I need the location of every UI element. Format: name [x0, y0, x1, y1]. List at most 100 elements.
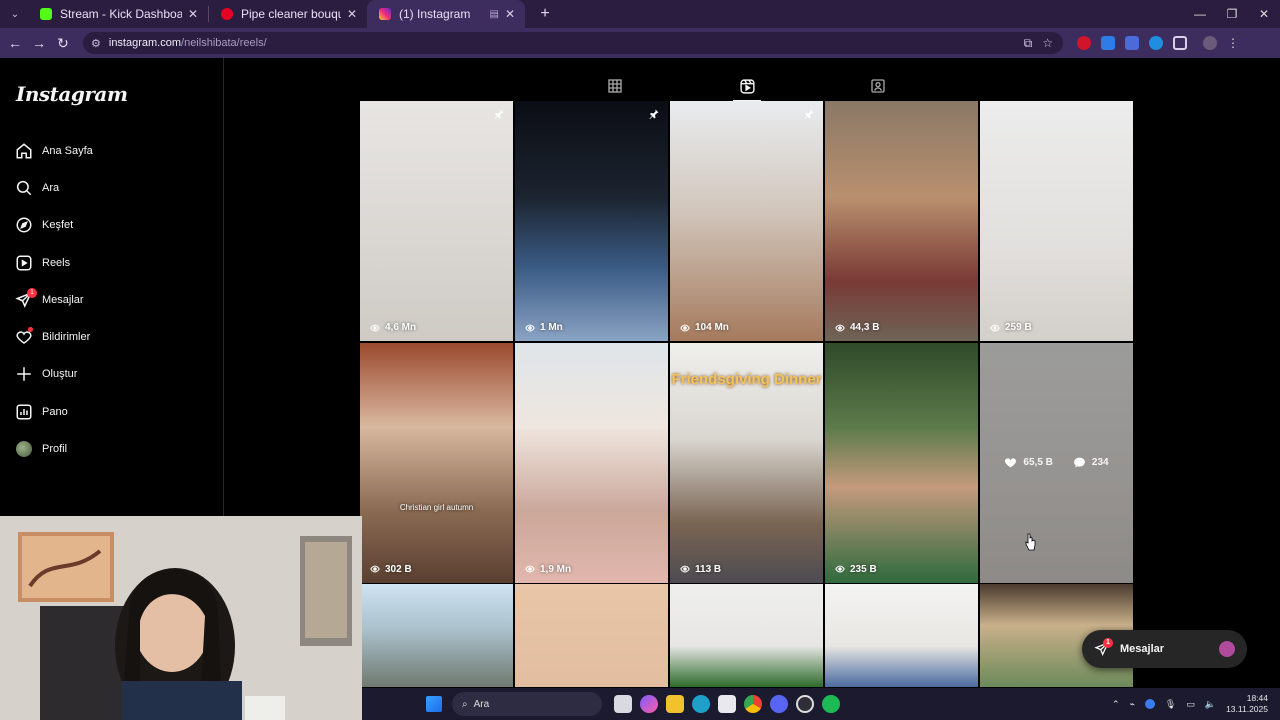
new-tab-button[interactable]: + [533, 5, 557, 23]
comments-count: 234 [1091, 457, 1109, 468]
edge-icon[interactable] [692, 695, 710, 713]
extension-blue-icon[interactable] [1101, 36, 1115, 50]
sidebar-item-home[interactable]: Ana Sayfa [14, 132, 93, 169]
close-window-icon[interactable]: ✕ [1248, 0, 1280, 28]
taskbar-apps [614, 695, 840, 713]
reel-thumbnail[interactable] [670, 584, 823, 687]
plus-icon [14, 364, 34, 384]
heart-filled-icon [1005, 458, 1017, 468]
restore-icon[interactable]: ❐ [1216, 0, 1248, 28]
extension-red-icon[interactable] [1077, 36, 1091, 50]
reel-thumbnail[interactable] [825, 584, 978, 687]
sidebar-item-label: Mesajlar [42, 293, 84, 306]
display-icon[interactable]: ▭ [1186, 699, 1195, 710]
address-bar[interactable]: ⚙ instagram.com/neilshibata/reels/ ⧉ ☆ [83, 32, 1063, 54]
reel-thumbnail[interactable]: 44,3 B [825, 101, 978, 341]
reels-icon [14, 253, 34, 273]
copilot-icon[interactable] [640, 695, 658, 713]
microphone-icon[interactable]: 🎙 [1165, 699, 1176, 710]
tray-chevron-icon[interactable]: ⌃ [1112, 699, 1120, 710]
extension-shield-icon[interactable] [1149, 36, 1163, 50]
messages-floating-button[interactable]: 1 Mesajlar [1082, 630, 1247, 668]
site-info-icon[interactable]: ⚙ [91, 37, 101, 50]
extension-grid-icon[interactable] [1125, 36, 1139, 50]
reel-thumbnail[interactable]: Friendsgiving Dinner 113 B [670, 342, 823, 583]
play-icon [525, 565, 535, 573]
reel-thumbnail[interactable]: 1,9 Mn [515, 342, 668, 583]
reel-thumbnail[interactable]: Christian girl autumn 302 B [360, 342, 513, 583]
minimize-icon[interactable]: — [1184, 0, 1216, 28]
browser-tab-strip: ⌄ Stream - Kick Dashboard ✕ Pipe cleaner… [0, 0, 1280, 28]
forward-icon[interactable]: → [27, 35, 51, 51]
reel-thumbnail[interactable]: 4,6 Mn [360, 101, 513, 341]
extensions-puzzle-icon[interactable] [1173, 36, 1187, 50]
close-tab-icon[interactable]: ✕ [188, 7, 198, 21]
reel-thumbnail[interactable]: 1 Mn [515, 101, 668, 341]
reel-thumbnail[interactable]: 65,5 B 234 [980, 342, 1133, 583]
extensions-area: ⋮ [1077, 36, 1239, 50]
play-icon [835, 324, 845, 331]
reel-thumbnail[interactable]: 259 B [980, 101, 1133, 341]
sidebar-item-messages[interactable]: 1 Mesajlar [14, 281, 93, 318]
taskbar-search[interactable]: ⌕ Ara [452, 692, 602, 716]
back-icon[interactable]: ← [3, 35, 27, 51]
play-icon [680, 324, 690, 331]
tray-app-icon[interactable] [1144, 699, 1155, 709]
windows-start-icon[interactable] [426, 696, 442, 712]
view-count-text: 1 Mn [540, 322, 563, 333]
install-app-icon[interactable]: ⧉ [1024, 36, 1033, 51]
view-count-text: 259 B [1005, 322, 1032, 333]
browser-tab[interactable]: Stream - Kick Dashboard ✕ [28, 0, 208, 28]
likes-stat: 65,5 B [1004, 456, 1053, 469]
reel-view-count: 44,3 B [835, 322, 879, 333]
sidebar-item-profile[interactable]: Profil [14, 430, 93, 467]
browser-tab[interactable]: Pipe cleaner bouquet ✕ [209, 0, 367, 28]
messages-badge: 1 [1103, 638, 1113, 648]
reel-view-count: 1 Mn [525, 322, 563, 333]
tab-reels[interactable] [737, 76, 757, 96]
sidebar-item-explore[interactable]: Keşfet [14, 207, 93, 244]
volume-icon[interactable]: 🔈 [1205, 699, 1216, 710]
browser-tab-active[interactable]: (1) Instagram ▤ ✕ [367, 0, 525, 28]
reel-thumbnail[interactable] [360, 584, 513, 687]
store-icon[interactable] [718, 695, 736, 713]
discord-icon[interactable] [770, 695, 788, 713]
sidebar-item-notifications[interactable]: Bildirimler [14, 318, 93, 355]
play-icon [370, 324, 380, 331]
chrome-icon[interactable] [744, 695, 762, 713]
tab-search-button[interactable]: ⌄ [2, 4, 28, 24]
network-off-icon[interactable]: ⌁ [1129, 699, 1134, 710]
audio-icon[interactable]: ▤ [489, 9, 498, 20]
sidebar-item-dashboard[interactable]: Pano [14, 393, 93, 430]
tab-posts[interactable] [605, 76, 625, 96]
browser-menu-icon[interactable]: ⋮ [1227, 36, 1239, 50]
sidebar-item-create[interactable]: Oluştur [14, 356, 93, 393]
browser-toolbar: ← → ↻ ⚙ instagram.com/neilshibata/reels/… [0, 28, 1280, 58]
messages-badge: 1 [27, 287, 37, 298]
profile-avatar-icon[interactable] [1203, 36, 1217, 50]
reload-icon[interactable]: ↻ [51, 35, 75, 52]
spotify-icon[interactable] [822, 695, 840, 713]
view-count-text: 235 B [850, 563, 877, 575]
close-tab-icon[interactable]: ✕ [347, 7, 357, 21]
reel-view-count: 113 B [680, 564, 721, 575]
obs-icon[interactable] [796, 695, 814, 713]
close-tab-icon[interactable]: ✕ [505, 7, 515, 21]
reel-hover-stats: 65,5 B 234 [980, 342, 1133, 583]
sidebar-item-reels[interactable]: Reels [14, 244, 93, 281]
reel-thumbnail[interactable]: 104 Mn [670, 101, 823, 341]
sidebar-item-search[interactable]: Ara [14, 169, 93, 206]
taskbar-search-label: Ara [473, 698, 490, 710]
sidebar-item-label: Ana Sayfa [42, 144, 93, 157]
reel-thumbnail[interactable] [515, 584, 668, 687]
reel-caption: Christian girl autumn [399, 502, 474, 512]
file-explorer-icon[interactable] [666, 695, 684, 713]
bookmark-star-icon[interactable]: ☆ [1042, 36, 1053, 51]
task-view-icon[interactable] [614, 695, 632, 713]
reel-thumbnail[interactable]: 235 B [825, 342, 978, 583]
clock-time: 18:44 [1246, 693, 1268, 703]
taskbar-clock[interactable]: 18:44 13.11.2025 [1226, 693, 1268, 715]
play-icon [370, 565, 380, 573]
tab-tagged[interactable] [868, 76, 888, 96]
sidebar-item-label: Bildirimler [42, 331, 91, 344]
